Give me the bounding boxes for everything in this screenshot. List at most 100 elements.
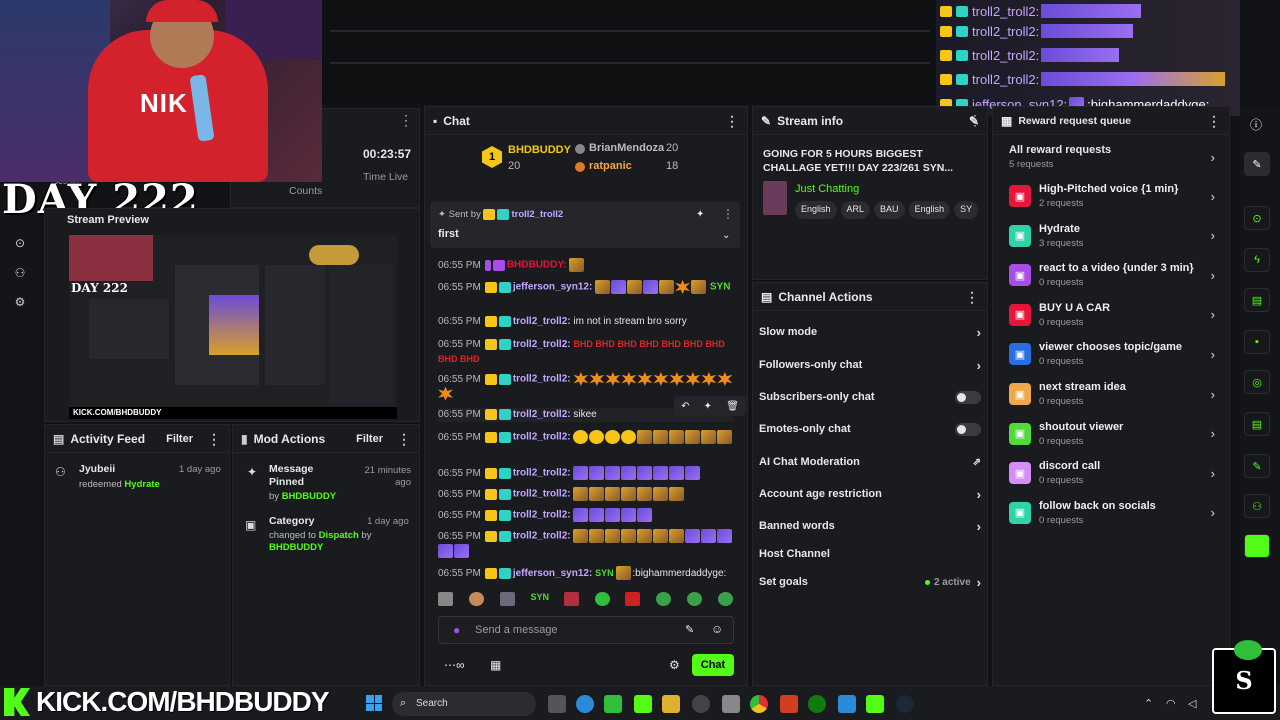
msg-user[interactable]: troll2_troll2: xyxy=(513,374,571,385)
leader-name[interactable]: BHDBUDDY xyxy=(508,144,571,156)
reward-row[interactable]: ▣ viewer chooses topic/game 0 requests › xyxy=(1009,338,1215,370)
emote-icon[interactable] xyxy=(656,592,672,606)
chrome-icon[interactable] xyxy=(750,695,768,713)
edge-icon[interactable] xyxy=(576,695,594,713)
reward-row[interactable]: ▣ next stream idea 0 requests › xyxy=(1009,378,1215,410)
more-icon[interactable]: ⋮ xyxy=(965,290,979,304)
emote-icon[interactable] xyxy=(594,592,610,606)
reward-row[interactable]: ▣ follow back on socials 0 requests › xyxy=(1009,497,1215,529)
account-age-row[interactable]: Account age restriction › xyxy=(759,486,981,502)
more-icon[interactable]: ⋮ xyxy=(725,114,739,128)
msg-user[interactable]: BHDBUDDY: xyxy=(507,260,567,271)
pinned-message[interactable]: ✦ Sent by troll2_troll2 first ✦ ⋮ ⌄ xyxy=(430,202,740,248)
followers-only-row[interactable]: Followers-only chat › xyxy=(759,357,981,373)
chat-message[interactable]: 06:55 PM troll2_troll2: BHD BHD BHD BHD B… xyxy=(438,337,734,367)
app-icon[interactable] xyxy=(604,695,622,713)
more-icon[interactable]: ⋮ xyxy=(397,432,411,446)
host-channel-row[interactable]: Host Channel xyxy=(759,546,981,562)
bolt-icon[interactable]: ϟ xyxy=(1244,248,1270,272)
send-chat-button[interactable]: Chat xyxy=(692,654,734,676)
chat-users-icon[interactable]: ⋯∞ xyxy=(444,658,465,672)
syn-emote-icon[interactable]: SYN xyxy=(530,592,549,608)
slow-mode-row[interactable]: Slow mode › xyxy=(759,324,981,340)
chevron-up-icon[interactable]: ⌃ xyxy=(1144,697,1153,710)
emote-icon[interactable] xyxy=(625,592,641,606)
camera-icon[interactable]: ⊙ xyxy=(1244,206,1270,230)
preview-video[interactable]: DAY 222 KICK.COM/BHDBUDDY xyxy=(69,235,397,419)
windows-start-icon[interactable] xyxy=(366,695,382,711)
translate-icon[interactable]: ✎ xyxy=(685,623,694,636)
app-icon[interactable] xyxy=(722,695,740,713)
reward-row[interactable]: ▣ react to a video {under 3 min} 0 request… xyxy=(1009,259,1215,291)
chat-message[interactable]: 06:55 PM troll2_troll2: xyxy=(438,466,734,481)
msg-user[interactable]: troll2_troll2: xyxy=(513,432,571,443)
activity-user[interactable]: Jyubeii xyxy=(79,463,115,475)
chat-message[interactable]: 06:55 PM troll2_troll2: xyxy=(438,487,734,502)
more-icon[interactable]: ⋮ xyxy=(1207,114,1221,128)
task-view-icon[interactable] xyxy=(548,695,566,713)
reward-row[interactable]: ▣ BUY U A CAR 0 requests › xyxy=(1009,299,1215,331)
msg-user[interactable]: jefferson_syn12: xyxy=(513,568,592,579)
users-icon[interactable]: ⚇ xyxy=(13,266,27,280)
reward-row[interactable]: ▣ Hydrate 3 requests › xyxy=(1009,220,1215,252)
chat-message[interactable]: 06:55 PM troll2_troll2: xyxy=(438,430,734,445)
chat-message[interactable]: 06:55 PM BHDBUDDY: xyxy=(438,258,734,273)
msg-user[interactable]: troll2_troll2: xyxy=(513,316,571,327)
users-icon[interactable]: ⚇ xyxy=(1244,494,1270,518)
all-rewards-row[interactable]: All reward requests 5 requests › xyxy=(1009,144,1215,170)
chat-bubble-icon[interactable]: ▪ xyxy=(1244,330,1270,354)
emote-icon[interactable] xyxy=(717,592,733,606)
document-icon[interactable]: ▤ xyxy=(1244,288,1270,312)
emote-icon[interactable] xyxy=(563,592,579,606)
more-icon[interactable]: ⋮ xyxy=(722,208,734,220)
msg-user[interactable]: troll2_troll2: xyxy=(513,468,571,479)
chat-input[interactable]: ● Send a message ✎ ☺ xyxy=(438,616,734,644)
app-icon[interactable] xyxy=(838,695,856,713)
more-icon[interactable]: ⋮ xyxy=(968,113,982,127)
chevron-down-icon[interactable]: ⌄ xyxy=(722,230,730,241)
folder-icon[interactable] xyxy=(662,695,680,713)
broadcast-icon[interactable]: ◎ xyxy=(1244,370,1270,394)
activity-filter-button[interactable]: Filter xyxy=(166,433,193,445)
ai-moderation-row[interactable]: AI Chat Moderation ⇗ xyxy=(759,454,981,470)
xbox-icon[interactable] xyxy=(808,695,826,713)
kick-app-icon[interactable] xyxy=(866,695,884,713)
volume-icon[interactable]: ◁ xyxy=(1188,697,1196,710)
msg-user[interactable]: troll2_troll2: xyxy=(513,339,571,350)
leader-name[interactable]: BrianMendoza xyxy=(589,142,664,154)
gear-icon[interactable]: ⚙ xyxy=(13,295,27,309)
wrench-icon[interactable]: ✎ xyxy=(1244,454,1270,478)
reward-row[interactable]: ▣ shoutout viewer 0 requests › xyxy=(1009,418,1215,450)
emote-icon[interactable] xyxy=(499,592,515,606)
emotes-only-toggle[interactable] xyxy=(955,422,981,436)
category-name[interactable]: Just Chatting xyxy=(795,183,859,195)
wifi-icon[interactable]: ◠ xyxy=(1166,697,1176,710)
msg-user[interactable]: troll2_troll2: xyxy=(513,489,571,500)
banned-words-row[interactable]: Banned words › xyxy=(759,518,981,534)
app-icon[interactable] xyxy=(1244,534,1270,558)
emote-icon[interactable] xyxy=(687,592,703,606)
delete-icon[interactable]: 🗑 xyxy=(726,401,739,412)
gift-icon[interactable]: ▦ xyxy=(490,658,501,672)
app-icon[interactable] xyxy=(692,695,710,713)
chat-message[interactable]: 06:55 PM troll2_troll2: xyxy=(438,508,734,523)
camera-icon[interactable]: ⊙ xyxy=(13,236,27,250)
more-icon[interactable]: ⋮ xyxy=(399,113,413,127)
mic-icon[interactable]: ● xyxy=(453,623,460,637)
layout-icon[interactable]: ▤ xyxy=(1244,412,1270,436)
mod-filter-button[interactable]: Filter xyxy=(356,433,383,445)
pin-icon[interactable]: ✦ xyxy=(704,401,712,412)
reward-row[interactable]: ▣ discord call 0 requests › xyxy=(1009,457,1215,489)
more-icon[interactable]: ⋮ xyxy=(207,432,221,446)
msg-user[interactable]: jefferson_syn12: xyxy=(513,282,592,293)
emoji-icon[interactable]: ☺ xyxy=(711,622,723,636)
leader-name[interactable]: ratpanic xyxy=(589,160,632,172)
chat-message[interactable]: 06:55 PM troll2_troll2: im not in stream … xyxy=(438,315,734,329)
app-icon[interactable] xyxy=(780,695,798,713)
emote-icon[interactable] xyxy=(438,592,453,606)
reward-row[interactable]: ▣ High-Pitched voice {1 min} 2 requests › xyxy=(1009,180,1215,212)
chat-message[interactable]: 06:55 PM jefferson_syn12: SYN xyxy=(438,280,734,295)
taskbar-search[interactable]: ⌕ Search xyxy=(392,692,536,716)
chat-message[interactable]: 06:55 PM troll2_troll2: xyxy=(438,529,734,558)
edit-icon[interactable]: ✎ xyxy=(1244,152,1270,176)
